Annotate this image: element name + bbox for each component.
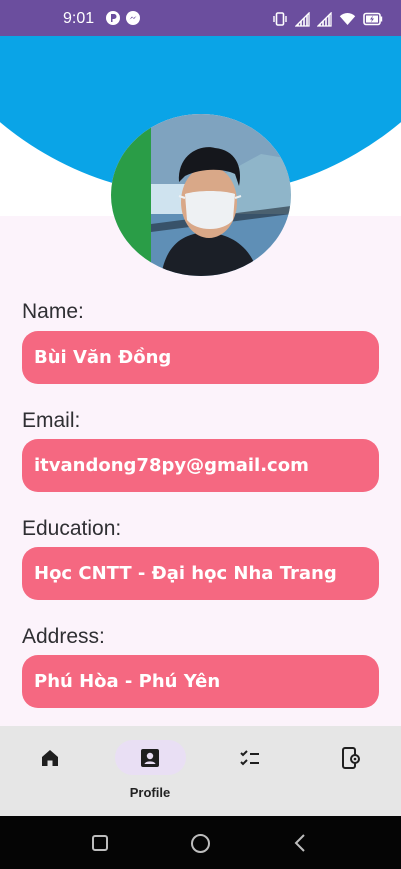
back-button[interactable] (293, 833, 307, 853)
checklist-icon (240, 750, 259, 766)
nav-label-profile: Profile (129, 785, 171, 800)
email-field[interactable]: itvandong78py@gmail.com (22, 439, 379, 492)
home-icon (42, 750, 58, 766)
profile-icon (141, 749, 159, 767)
name-label: Name: (22, 300, 84, 323)
status-bar: 9:01 (0, 0, 401, 36)
avatar (111, 114, 291, 276)
messenger-icon (126, 11, 140, 25)
recents-button[interactable] (91, 834, 109, 852)
signal-icon (317, 11, 332, 27)
nav-item-profile[interactable]: Profile (100, 726, 200, 816)
status-time: 9:01 (63, 10, 95, 27)
email-label: Email: (22, 409, 81, 432)
signal-icon (295, 11, 310, 27)
name-field[interactable]: Bùi Văn Đồng (22, 331, 379, 384)
nav-item-device-settings[interactable] (300, 726, 400, 816)
device-settings-icon (342, 747, 360, 769)
battery-charging-icon (363, 12, 383, 26)
wifi-icon (339, 13, 356, 25)
nav-item-tasks[interactable] (200, 726, 300, 816)
address-label: Address: (22, 625, 105, 648)
address-field[interactable]: Phú Hòa - Phú Yên (22, 655, 379, 708)
home-button[interactable] (190, 833, 211, 854)
nav-item-home[interactable] (0, 726, 100, 816)
system-navigation-bar (0, 816, 401, 869)
app-notification-icon (106, 11, 120, 25)
vibrate-icon (273, 12, 287, 26)
education-field[interactable]: Học CNTT - Đại học Nha Trang (22, 547, 379, 600)
bottom-navigation: Profile (0, 726, 401, 816)
education-label: Education: (22, 517, 122, 540)
